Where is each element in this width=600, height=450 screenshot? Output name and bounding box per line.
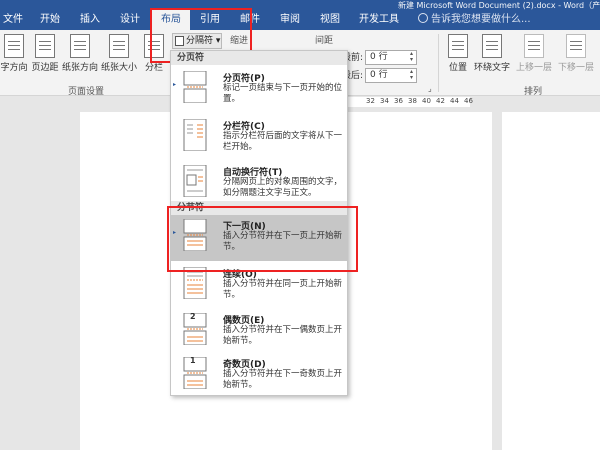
menu-item-desc: 插入分节符并在下一奇数页上开始新节。 [223,369,343,390]
position-button[interactable]: 位置 [444,34,472,73]
paper-size-button[interactable]: 纸张大小 [100,34,138,73]
bring-forward-label: 上移一层 [515,63,552,73]
tab-file[interactable]: 文件 [0,10,26,30]
page-break-icon [183,71,207,103]
ruler-number: 44 [450,97,459,105]
orientation-button[interactable]: 纸张方向 [62,34,98,73]
margins-button[interactable]: 页边距 [30,34,60,73]
wrap-text-label: 环绕文字 [474,63,511,73]
odd-page-number: 1 [190,356,196,365]
text-direction-icon [4,34,24,58]
position-icon [448,34,468,58]
orientation-icon [70,34,90,58]
ruler-number: 34 [380,97,389,105]
highlight-box-next-page [167,206,358,272]
column-break-icon [183,119,207,151]
tab-review[interactable]: 审阅 [274,10,306,30]
tab-home[interactable]: 开始 [34,10,66,30]
spacing-before-row: 段前: 0 行 [342,50,418,65]
menu-item-desc: 指示分栏符后面的文字将从下一栏开始。 [223,131,343,152]
tab-insert[interactable]: 插入 [74,10,106,30]
menu-item-even-page[interactable]: 2 偶数页(E) 插入分节符并在下一偶数页上开始新节。 [171,309,347,353]
text-direction-label: 字方向 [0,63,28,73]
tab-developer[interactable]: 开发工具 [354,10,404,30]
send-backward-icon [566,34,586,58]
menu-item-desc: 分隔网页上的对象周围的文字，如分隔题注文字与正文。 [223,177,343,198]
wrap-text-button[interactable]: 环绕文字 [474,34,510,73]
spacing-after-input[interactable]: 0 行 [365,68,418,83]
ruler-number: 38 [408,97,417,105]
lightbulb-icon [418,13,428,23]
send-backward-label: 下移一层 [557,63,594,73]
ribbon-tab-bar: 新建 Microsoft Word Document (2).docx - Wo… [0,0,600,30]
orientation-label: 纸张方向 [62,63,99,73]
spacing-label: 间距 [315,36,334,46]
paper-size-label: 纸张大小 [100,63,137,73]
position-label: 位置 [448,63,467,73]
bring-forward-button[interactable]: 上移一层 [514,34,554,73]
send-backward-button[interactable]: 下移一层 [556,34,596,73]
tell-me-text: 告诉我您想要做什么... [431,14,531,25]
tab-design[interactable]: 设计 [114,10,146,30]
tab-view[interactable]: 视图 [314,10,346,30]
spacing-after-row: 段后: 0 行 [342,68,418,83]
group-divider [438,34,439,92]
spacing-before-input[interactable]: 0 行 [365,50,418,65]
menu-item-desc: 标记一页结束与下一页开始的位置。 [223,83,343,104]
margins-label: 页边距 [31,63,59,73]
text-direction-button[interactable]: 字方向 [0,34,28,73]
text-wrapping-break-icon [183,165,207,197]
menu-item-desc: 插入分节符并在同一页上开始新节。 [223,279,343,300]
menu-item-desc: 插入分节符并在下一偶数页上开始新节。 [223,325,343,346]
ruler-number: 40 [422,97,431,105]
bring-forward-icon [524,34,544,58]
ruler-number: 36 [394,97,403,105]
tell-me-box[interactable]: 告诉我您想要做什么... [418,10,531,30]
paragraph-dialog-launcher[interactable]: ⌟ [428,84,432,93]
even-page-number: 2 [190,312,196,321]
document-page-next[interactable] [502,112,600,450]
wrap-text-icon [482,34,502,58]
arrow-icon: ▸ [173,81,177,88]
page-breaks-header: 分页符 [171,51,347,65]
menu-item-column-break[interactable]: 分栏符(C) 指示分栏符后面的文字将从下一栏开始。 [171,115,347,159]
ruler-number: 42 [436,97,445,105]
paper-size-icon [109,34,129,58]
menu-item-page-break[interactable]: ▸ 分页符(P) 标记一页结束与下一页开始的位置。 [171,67,347,113]
ruler-number: 32 [366,97,375,105]
margins-icon [35,34,55,58]
menu-item-odd-page[interactable]: 1 奇数页(D) 插入分节符并在下一奇数页上开始新节。 [171,353,347,395]
ruler-number: 46 [464,97,473,105]
columns-label: 分栏 [144,63,163,73]
